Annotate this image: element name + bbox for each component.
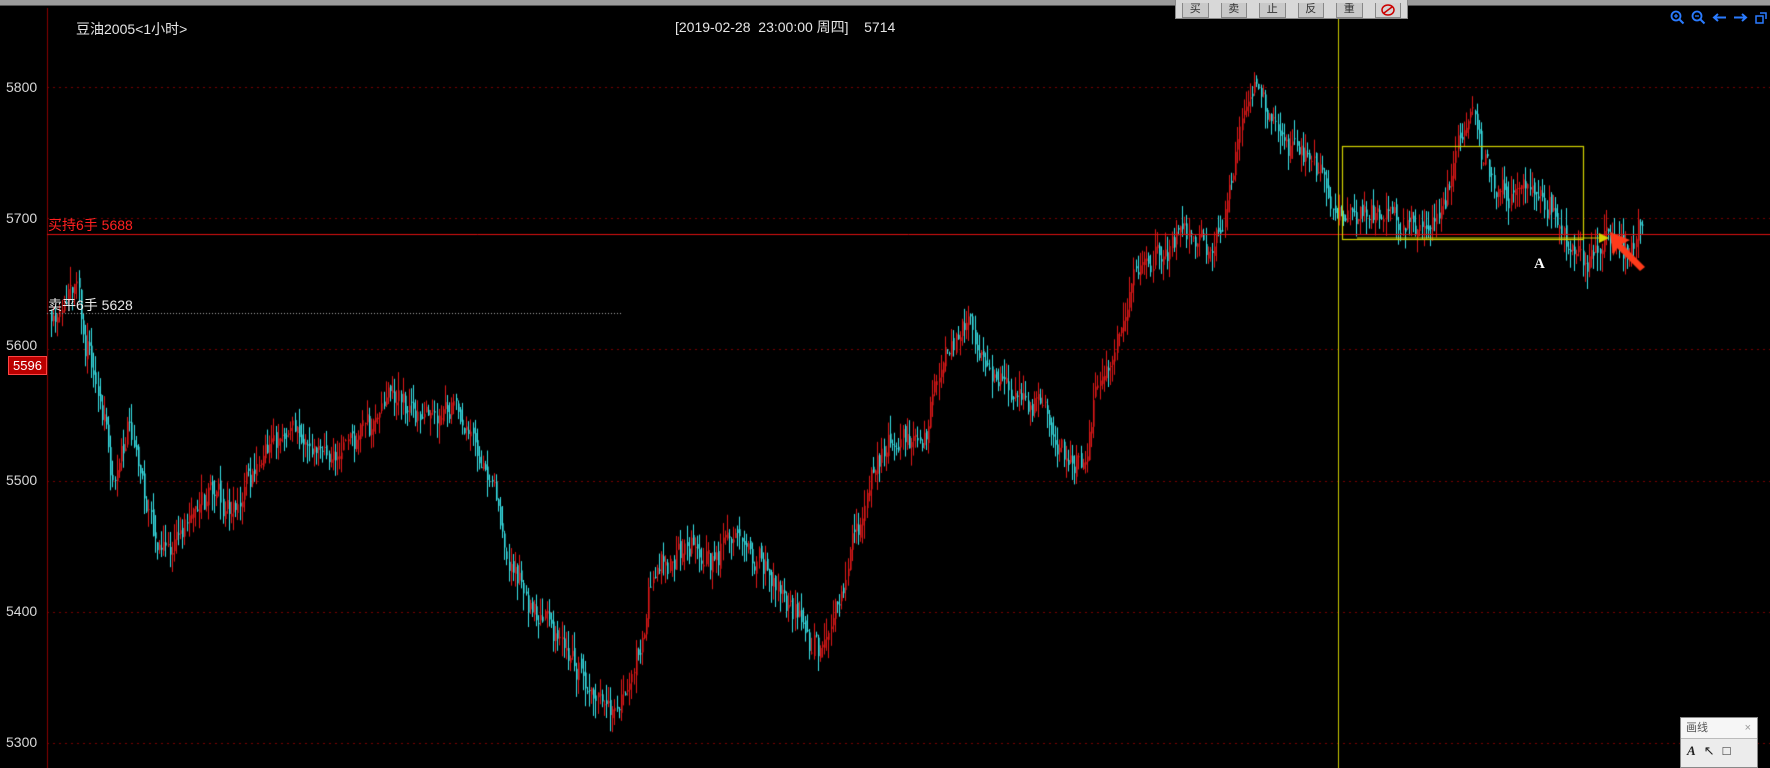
zoom-out-icon[interactable] — [1691, 10, 1706, 25]
current-price-tag: 5596 — [8, 356, 47, 375]
zoom-in-icon[interactable] — [1670, 10, 1685, 25]
text-tool-icon[interactable]: A — [1687, 743, 1696, 759]
chart-nav — [1670, 10, 1769, 25]
stop-button[interactable]: 止 — [1259, 3, 1286, 18]
y-tick-label: 5800 — [6, 79, 38, 95]
candlestick-chart[interactable] — [0, 0, 1770, 768]
scroll-left-icon[interactable] — [1712, 10, 1727, 25]
window-top-border — [0, 0, 1770, 6]
drawing-panel-title: 画线 — [1686, 722, 1708, 734]
cursor-readout: [2019-02-28 23:00:00 周四] 5714 — [675, 19, 896, 35]
sell-button[interactable]: 卖 — [1220, 3, 1247, 18]
y-tick-label: 5600 — [6, 337, 38, 353]
restore-icon[interactable] — [1754, 10, 1769, 25]
instrument-title: 豆油2005<1小时> — [76, 21, 188, 37]
buy-position-label[interactable]: 买持6手 5688 — [48, 215, 133, 235]
rectangle-tool-icon[interactable]: □ — [1723, 743, 1731, 759]
reset-button[interactable]: 重 — [1336, 3, 1363, 18]
order-toolbar: 买 卖 止 反 重 — [1175, 0, 1408, 19]
drawing-tools-panel: 画线 × A ↖ □ — [1680, 717, 1758, 768]
reverse-button[interactable]: 反 — [1297, 3, 1324, 18]
y-tick-label: 5400 — [6, 603, 38, 619]
drawn-text-annotation[interactable]: A — [1534, 256, 1545, 273]
y-tick-label: 5500 — [6, 472, 38, 488]
close-icon[interactable]: × — [1745, 718, 1751, 738]
sell-close-order-label[interactable]: 卖平6手 5628 — [48, 295, 133, 315]
drawing-panel-header: 画线 × — [1681, 718, 1757, 739]
buy-button[interactable]: 买 — [1182, 3, 1209, 18]
y-tick-label: 5700 — [6, 210, 38, 226]
pointer-tool-icon[interactable]: ↖ — [1704, 743, 1715, 759]
scroll-right-icon[interactable] — [1733, 10, 1748, 25]
y-tick-label: 5300 — [6, 734, 38, 750]
pen-erase-icon[interactable] — [1374, 3, 1401, 18]
